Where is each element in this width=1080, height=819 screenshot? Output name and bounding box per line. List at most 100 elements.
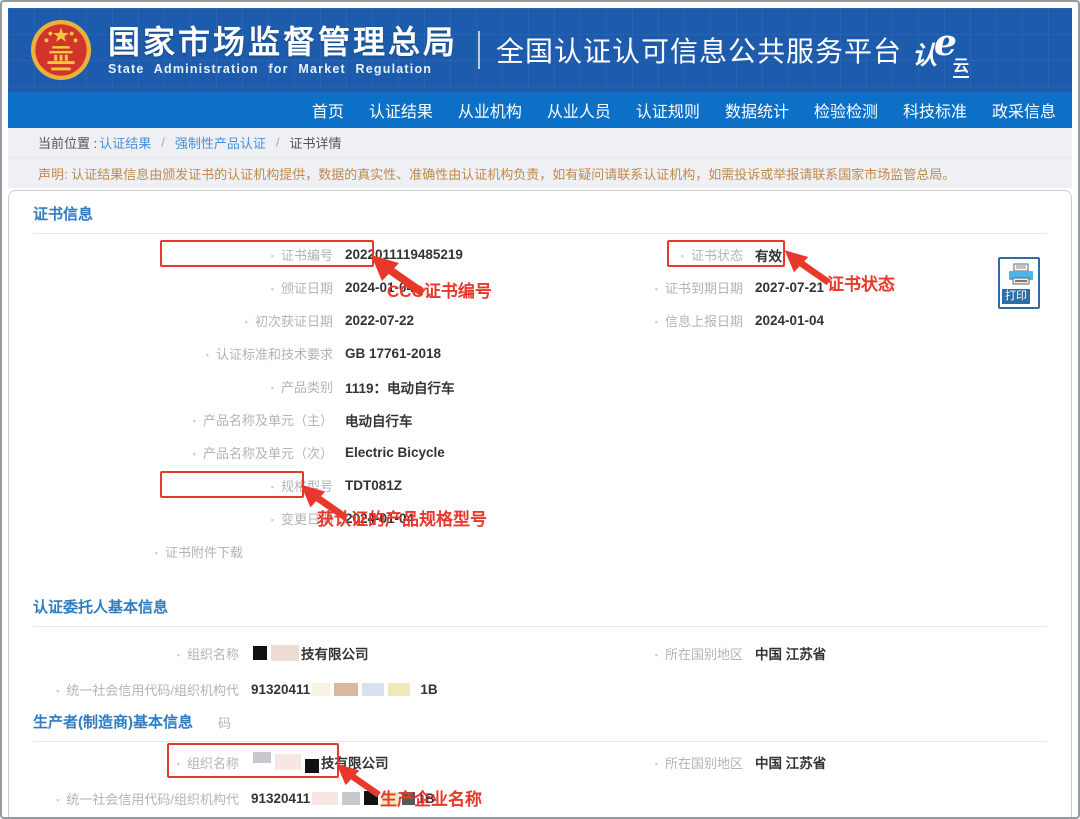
field-label: 产品名称及单元（主） [33, 410, 333, 429]
national-emblem-logo [30, 19, 92, 81]
field-label: 统一社会信用代码/组织机构代 [33, 789, 239, 808]
cert-attachment-download-label: 证书附件下载 [33, 542, 243, 561]
nav-item-personnel[interactable]: 从业人员 [547, 98, 611, 122]
breadcrumb-current: 证书详情 [290, 133, 342, 152]
field-row-cert-no: 证书编号 2022011119485219 [33, 238, 633, 271]
field-label: 规格型号 [33, 476, 333, 495]
field-label: 所在国别地区 [633, 753, 743, 772]
field-row-applicant-code: 统一社会信用代码/组织机构代 91320411 1B [33, 671, 633, 707]
agency-name-en: State Administration for Market Regulati… [108, 62, 458, 76]
field-label: 证书状态 [633, 245, 743, 264]
nav-item-statistics[interactable]: 数据统计 [725, 98, 789, 122]
manufacturer-fields: 组织名称 技有限公司 统一社会信用代码/组织机构代 91320411 [33, 744, 1047, 816]
annotation-label-cert-no: CCC证书编号 [387, 277, 492, 302]
field-row-first-issue-date: 初次获证日期 2022-07-22 [33, 304, 633, 337]
section-title-applicant: 认证委托人基本信息 [33, 598, 1047, 627]
field-value: GB 17761-2018 [345, 346, 441, 361]
field-label: 认证标准和技术要求 [33, 344, 333, 363]
field-value-applicant-org: 技有限公司 [251, 643, 369, 663]
field-label: 组织名称 [33, 753, 239, 772]
redaction-block [388, 683, 410, 696]
field-label: 初次获证日期 [33, 311, 333, 330]
field-value: 电动自行车 [345, 410, 413, 430]
browser-page: 国家市场监督管理总局 State Administration for Mark… [0, 0, 1080, 819]
nav-item-tech-standards[interactable]: 科技标准 [903, 98, 967, 122]
ren-e-yun-logo: 认e云 [912, 31, 969, 73]
field-label: 证书编号 [33, 245, 333, 264]
field-row-product-name-sub: 产品名称及单元（次） Electric Bicycle [33, 436, 633, 469]
redaction-block [253, 752, 271, 763]
field-row-issue-date: 颁证日期 2024-01-04 [33, 271, 633, 304]
breadcrumb: 当前位置 : 认证结果 / 强制性产品认证 / 证书详情 [8, 128, 1072, 158]
field-row-standard: 认证标准和技术要求 GB 17761-2018 [33, 337, 633, 370]
disclaimer-text: 声明: 认证结果信息由颁发证书的认证机构提供，数据的真实性、准确性由认证机构负责… [38, 164, 955, 183]
field-value-applicant-code: 91320411 1B [251, 682, 438, 697]
field-value: 2022-07-22 [345, 313, 414, 328]
redaction-block [271, 645, 299, 661]
redaction-block [362, 683, 384, 696]
field-row-report-date: 信息上报日期 2024-01-04 [633, 304, 1047, 337]
redaction-block [312, 683, 330, 696]
breadcrumb-link-ccc[interactable]: 强制性产品认证 [175, 133, 266, 152]
redaction-block [275, 754, 301, 770]
applicant-org-visible-text: 技有限公司 [301, 643, 369, 663]
applicant-right-column: 所在国别地区 中国 江苏省 [633, 635, 1047, 707]
section-title-manufacturer: 生产者(制造商)基本信息 [33, 713, 1047, 742]
field-row-manufacturer-region: 所在国别地区 中国 江苏省 [633, 744, 1047, 780]
field-value: Electric Bicycle [345, 445, 445, 460]
field-value: 2024-01-04 [755, 313, 824, 328]
applicant-left-column: 组织名称 技有限公司 统一社会信用代码/组织机构代 91320411 [33, 635, 633, 707]
field-row-status: 证书状态 有效 [633, 238, 1047, 271]
field-row-product-category: 产品类别 1119：电动自行车 [33, 370, 633, 403]
nav-item-cert-results[interactable]: 认证结果 [369, 98, 433, 122]
header-divider [478, 31, 480, 69]
nav-item-cert-rules[interactable]: 认证规则 [636, 98, 700, 122]
field-value: 中国 江苏省 [755, 752, 826, 772]
breadcrumb-separator: / [161, 135, 165, 150]
applicant-fields: 组织名称 技有限公司 统一社会信用代码/组织机构代 91320411 [33, 635, 1047, 707]
manufacturer-heading-row: 生产者(制造商)基本信息 码 [33, 713, 1047, 742]
manufacturer-left-column: 组织名称 技有限公司 统一社会信用代码/组织机构代 91320411 [33, 744, 633, 816]
field-row-applicant-org: 组织名称 技有限公司 [33, 635, 633, 671]
section-title-cert-info: 证书信息 [33, 205, 1047, 234]
platform-title: 全国认证认可信息公共服务平台 [496, 30, 902, 70]
printer-icon [1007, 263, 1035, 289]
disclaimer-bar: 声明: 认证结果信息由颁发证书的认证机构提供，数据的真实性、准确性由认证机构负责… [8, 158, 1072, 188]
agency-name-cn: 国家市场监督管理总局 [108, 25, 458, 59]
field-value: 1119：电动自行车 [345, 377, 455, 397]
print-button-label: 打印 [1002, 289, 1030, 304]
field-value: 中国 江苏省 [755, 643, 826, 663]
field-label: 产品类别 [33, 377, 333, 396]
field-label: 颁证日期 [33, 278, 333, 297]
annotation-label-manufacturer: 生产企业名称 [380, 785, 482, 810]
nav-item-procurement[interactable]: 政采信息 [992, 98, 1056, 122]
print-button[interactable]: 打印 [998, 257, 1040, 309]
field-row-manufacturer-code: 统一社会信用代码/组织机构代 91320411 1B [33, 780, 633, 816]
field-label: 组织名称 [33, 644, 239, 663]
field-value-status: 有效 [755, 245, 782, 265]
field-label: 证书到期日期 [633, 278, 743, 297]
redaction-block [253, 646, 267, 660]
field-label: 产品名称及单元（次） [33, 443, 333, 462]
main-navbar: 首页 认证结果 从业机构 从业人员 认证规则 数据统计 检验检测 科技标准 政采… [8, 92, 1072, 128]
field-row-product-name-main: 产品名称及单元（主） 电动自行车 [33, 403, 633, 436]
annotation-label-model: 获认证的产品规格型号 [317, 505, 487, 530]
agency-title-block: 国家市场监督管理总局 State Administration for Mark… [108, 25, 458, 76]
certificate-detail-panel: 证书信息 证书编号 2022011119485219 颁证日期 2024-01-… [8, 190, 1072, 819]
redaction-block [305, 759, 319, 773]
site-header: 国家市场监督管理总局 State Administration for Mark… [8, 8, 1072, 92]
field-label: 变更日期 [33, 509, 333, 528]
nav-item-institutions[interactable]: 从业机构 [458, 98, 522, 122]
nav-item-home[interactable]: 首页 [312, 98, 344, 122]
field-label: 信息上报日期 [633, 311, 743, 330]
field-label: 所在国别地区 [633, 644, 743, 663]
annotation-label-status: 证书状态 [827, 270, 895, 295]
field-row-manufacturer-org: 组织名称 技有限公司 [33, 744, 633, 780]
breadcrumb-prefix: 当前位置 : [38, 133, 97, 152]
field-row-applicant-region: 所在国别地区 中国 江苏省 [633, 635, 1047, 671]
field-label: 统一社会信用代码/组织机构代 [33, 680, 239, 699]
field-row-attachment-download: 证书附件下载 [33, 535, 633, 568]
wrapped-label-char: 码 [218, 713, 231, 732]
nav-item-inspection[interactable]: 检验检测 [814, 98, 878, 122]
breadcrumb-link-cert-results[interactable]: 认证结果 [99, 133, 151, 152]
